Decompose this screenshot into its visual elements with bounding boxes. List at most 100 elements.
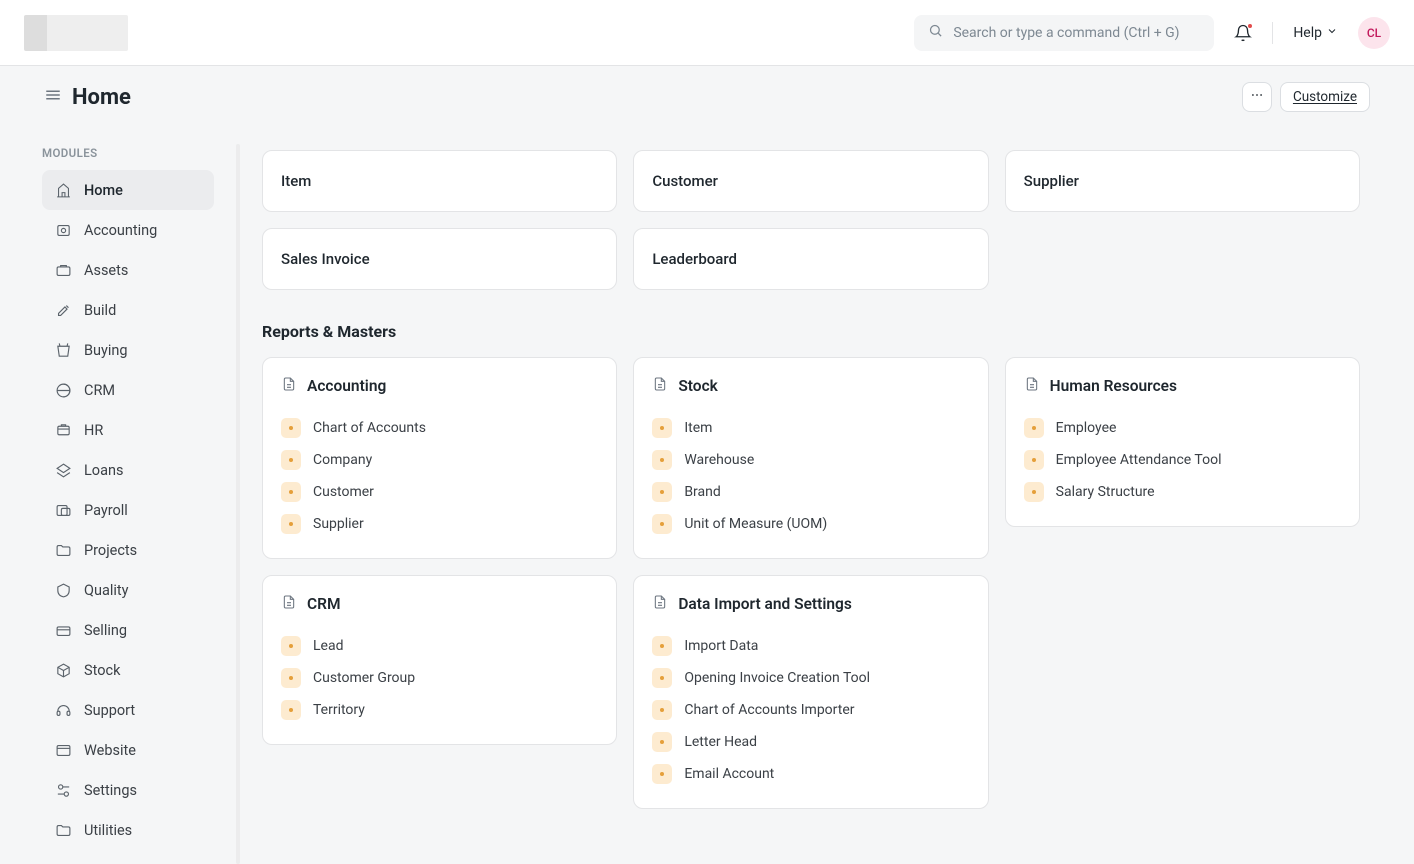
sidebar-item-hr[interactable]: HR (42, 410, 214, 450)
page-header: Home Customize (44, 82, 1370, 112)
bullet-icon (281, 636, 301, 656)
sidebar-item-label: Home (84, 182, 123, 199)
sidebar-item-support[interactable]: Support (42, 690, 214, 730)
website-icon (54, 741, 72, 759)
sidebar-item-label: Accounting (84, 222, 157, 239)
sidebar-item-loans[interactable]: Loans (42, 450, 214, 490)
sidebar-item-projects[interactable]: Projects (42, 530, 214, 570)
report-link[interactable]: Company (281, 444, 598, 476)
report-link[interactable]: Import Data (652, 630, 969, 662)
quick-link-customer[interactable]: Customer (633, 150, 988, 212)
sidebar-item-label: Website (84, 742, 136, 759)
loans-icon (54, 461, 72, 479)
report-link-label: Opening Invoice Creation Tool (684, 670, 870, 686)
sidebar-item-accounting[interactable]: Accounting (42, 210, 214, 250)
stock-icon (54, 661, 72, 679)
sidebar-item-payroll[interactable]: Payroll (42, 490, 214, 530)
logo[interactable] (24, 15, 128, 51)
report-link[interactable]: Unit of Measure (UOM) (652, 508, 969, 540)
sidebar-item-buying[interactable]: Buying (42, 330, 214, 370)
sidebar-item-utilities[interactable]: Utilities (42, 810, 214, 850)
report-link-label: Unit of Measure (UOM) (684, 516, 827, 532)
bullet-icon (652, 732, 672, 752)
bullet-icon (281, 514, 301, 534)
report-card-title: Stock (678, 377, 718, 395)
report-link[interactable]: Warehouse (652, 444, 969, 476)
report-link[interactable]: Item (652, 412, 969, 444)
bullet-icon (281, 700, 301, 720)
sidebar-item-selling[interactable]: Selling (42, 610, 214, 650)
report-card-title: Data Import and Settings (678, 595, 851, 613)
report-link[interactable]: Supplier (281, 508, 598, 540)
report-link[interactable]: Email Account (652, 758, 969, 790)
report-link-label: Lead (313, 638, 343, 654)
report-link-label: Import Data (684, 638, 758, 654)
search-input[interactable] (953, 25, 1200, 41)
quick-link-leaderboard[interactable]: Leaderboard (633, 228, 988, 290)
report-link[interactable]: Customer (281, 476, 598, 508)
document-icon (281, 594, 297, 614)
report-link[interactable]: Salary Structure (1024, 476, 1341, 508)
report-link[interactable]: Employee (1024, 412, 1341, 444)
report-link-label: Territory (313, 702, 365, 718)
bullet-icon (1024, 482, 1044, 502)
report-link-label: Chart of Accounts (313, 420, 426, 436)
report-link[interactable]: Letter Head (652, 726, 969, 758)
sidebar-item-label: Support (84, 702, 135, 719)
bullet-icon (652, 668, 672, 688)
avatar[interactable]: CL (1358, 17, 1390, 49)
divider (1272, 22, 1273, 44)
report-link-label: Employee Attendance Tool (1056, 452, 1222, 468)
customize-button[interactable]: Customize (1280, 82, 1370, 112)
sidebar-item-quality[interactable]: Quality (42, 570, 214, 610)
report-link-label: Brand (684, 484, 720, 500)
report-card-accounting: Accounting Chart of Accounts Company Custom… (262, 357, 617, 559)
sidebar-item-label: Projects (84, 542, 137, 559)
sidebar-item-build[interactable]: Build (42, 290, 214, 330)
quick-link-supplier[interactable]: Supplier (1005, 150, 1360, 212)
section-reports-title: Reports & Masters (262, 322, 1360, 341)
report-card-crm: CRM Lead Customer Group Territory (262, 575, 617, 745)
report-link-label: Customer (313, 484, 374, 500)
sidebar-item-website[interactable]: Website (42, 730, 214, 770)
report-link[interactable]: Chart of Accounts Importer (652, 694, 969, 726)
bullet-icon (652, 450, 672, 470)
report-link[interactable]: Employee Attendance Tool (1024, 444, 1341, 476)
report-card-title: Accounting (307, 377, 386, 395)
report-link[interactable]: Territory (281, 694, 598, 726)
sidebar-item-label: CRM (84, 382, 115, 399)
sidebar-item-label: Build (84, 302, 116, 319)
bullet-icon (281, 450, 301, 470)
report-link[interactable]: Opening Invoice Creation Tool (652, 662, 969, 694)
chevron-down-icon (1326, 25, 1338, 41)
sidebar-item-label: Payroll (84, 502, 128, 519)
search-input-wrapper[interactable] (914, 15, 1214, 51)
bullet-icon (652, 636, 672, 656)
bullet-icon (652, 700, 672, 720)
quick-link-item[interactable]: Item (262, 150, 617, 212)
hr-icon (54, 421, 72, 439)
help-dropdown[interactable]: Help (1293, 25, 1338, 41)
report-card-human-resources: Human ResourcesEmployeeEmployee Attendan… (1005, 357, 1360, 527)
sidebar-item-crm[interactable]: CRM (42, 370, 214, 410)
report-link[interactable]: Chart of Accounts (281, 412, 598, 444)
report-link[interactable]: Customer Group (281, 662, 598, 694)
sidebar-item-home[interactable]: Home (42, 170, 214, 210)
bullet-icon (281, 668, 301, 688)
quick-link-sales-invoice[interactable]: Sales Invoice (262, 228, 617, 290)
home-icon (54, 181, 72, 199)
sidebar-item-settings[interactable]: Settings (42, 770, 214, 810)
notifications-button[interactable] (1234, 24, 1252, 42)
report-card-title: CRM (307, 595, 341, 613)
report-link[interactable]: Brand (652, 476, 969, 508)
buying-icon (54, 341, 72, 359)
bullet-icon (281, 482, 301, 502)
sidebar-item-stock[interactable]: Stock (42, 650, 214, 690)
report-link-label: Warehouse (684, 452, 754, 468)
sidebar-item-assets[interactable]: Assets (42, 250, 214, 290)
sidebar-item-label: Utilities (84, 822, 132, 839)
report-link[interactable]: Lead (281, 630, 598, 662)
report-link-label: Letter Head (684, 734, 757, 750)
more-actions-button[interactable] (1242, 82, 1272, 112)
report-link-label: Supplier (313, 516, 364, 532)
